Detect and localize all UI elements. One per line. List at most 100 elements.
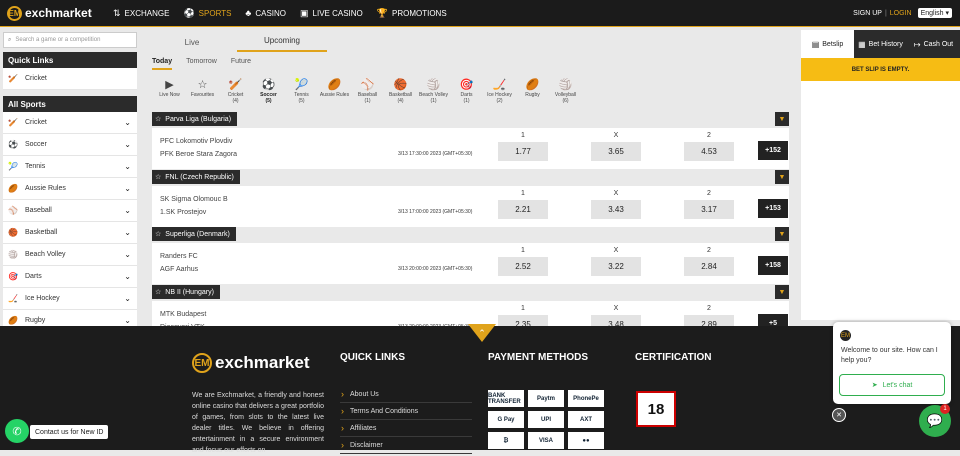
match-time: 3/13 20:00:00 2023 (GMT+05:30) (398, 266, 473, 272)
odds-button[interactable]: 2.89 (684, 315, 734, 326)
sidebar-item-ice-hockey[interactable]: 🏒 Ice Hockey ⌄ (3, 288, 137, 310)
odds-button[interactable]: 2.84 (684, 257, 734, 276)
star-icon[interactable]: ☆ (155, 173, 161, 181)
sport-filter-volleyball[interactable]: 🏐 Volleyball (6) (549, 78, 582, 104)
sport-filter-tennis[interactable]: 🎾 Tennis (5) (285, 78, 318, 104)
sport-filter-baseball[interactable]: ⚾ Baseball (1) (351, 78, 384, 104)
sport-filter-count: (2) (496, 98, 503, 104)
odds-button[interactable]: 2.21 (498, 200, 548, 219)
footer-link-disclaimer[interactable]: Disclaimer (340, 437, 472, 454)
sidebar-item-darts[interactable]: 🎯 Darts ⌄ (3, 266, 137, 288)
match-teams[interactable]: SK Sigma Olomouc B 1.SK Prostejov (160, 193, 228, 219)
chat-close-icon[interactable]: ✕ (832, 408, 846, 422)
match-teams[interactable]: MTK BudapestDiosgyori VTK (160, 308, 206, 326)
star-icon[interactable]: ☆ (155, 288, 161, 296)
tab-betslip[interactable]: ▤ Betslip (801, 30, 854, 58)
sport-filter-aussie-rules[interactable]: 🏉 Aussie Rules (318, 78, 351, 104)
sidebar-item-baseball[interactable]: ⚾ Baseball ⌄ (3, 200, 137, 222)
match-teams[interactable]: Randers FC AGF Aarhus (160, 250, 198, 276)
nav-casino[interactable]: ♣ CASINO (245, 8, 286, 19)
certification-title: CERTIFICATION (635, 352, 712, 363)
search-icon: ⌕ (8, 36, 12, 43)
sport-filter-soccer[interactable]: ⚽ Soccer (5) (252, 78, 285, 104)
quick-link-cricket[interactable]: 🏏 Cricket (3, 68, 137, 90)
sidebar-item-basketball[interactable]: 🏀 Basketball ⌄ (3, 222, 137, 244)
odds-button[interactable]: 4.53 (684, 142, 734, 161)
collapse-toggle-icon[interactable]: ▼ (775, 170, 789, 184)
match-teams[interactable]: PFC Lokomotiv Plovdiv PFK Beroe Stara Zag… (160, 135, 237, 161)
league-name[interactable]: ☆ FNL (Czech Republic) (152, 170, 240, 184)
nav-sports[interactable]: ⚽ SPORTS (183, 8, 231, 19)
payment-logo: VISA (528, 432, 564, 449)
sidebar-item-beach-volley[interactable]: 🏐 Beach Volley ⌄ (3, 244, 137, 266)
tab-tomorrow[interactable]: Tomorrow (186, 58, 217, 70)
star-icon[interactable]: ☆ (155, 230, 161, 238)
sport-filter-favourites[interactable]: ☆ Favourites (186, 78, 219, 104)
sport-filter-darts[interactable]: 🎯 Darts (1) (450, 78, 483, 104)
league-name[interactable]: ☆ Parva Liga (Bulgaria) (152, 112, 238, 126)
tab-future[interactable]: Future (231, 58, 251, 70)
sidebar-item-label: Cricket (25, 119, 47, 126)
odds-button[interactable]: 3.65 (591, 142, 641, 161)
whatsapp-contact-label[interactable]: Contact us for New ID (30, 425, 109, 439)
odds-button[interactable]: 3.22 (591, 257, 641, 276)
sport-filter-beach-volley[interactable]: 🏐 Beach Volley (1) (417, 78, 450, 104)
away-team: PFK Beroe Stara Zagora (160, 151, 238, 158)
footer-link-terms-and-conditions[interactable]: Terms And Conditions (340, 403, 472, 420)
login-link[interactable]: LOGIN (890, 10, 912, 17)
tab-live[interactable]: Live (147, 38, 237, 52)
cricket-icon: 🏏 (228, 79, 243, 91)
nav-exchange[interactable]: ⇅ EXCHANGE (113, 8, 169, 19)
odds-column: X 3.65 (591, 132, 641, 161)
signup-link[interactable]: SIGN UP (853, 10, 882, 17)
star-icon[interactable]: ☆ (155, 115, 161, 123)
tab-today[interactable]: Today (152, 58, 173, 70)
collapse-toggle-icon[interactable]: ▼ (775, 285, 789, 299)
sport-filter-cricket[interactable]: 🏏 Cricket (4) (219, 78, 252, 104)
beach-volley-icon: 🏐 (426, 79, 441, 91)
sport-filter-basketball[interactable]: 🏀 Basketball (4) (384, 78, 417, 104)
match-time: 3/13 17:00:00 2023 (GMT+05:30) (398, 209, 473, 215)
sidebar-item-rugby[interactable]: 🏉 Rugby ⌄ (3, 310, 137, 326)
odds-button[interactable]: 3.43 (591, 200, 641, 219)
footer-link-about-us[interactable]: About Us (340, 386, 472, 403)
odds-header: 2 (707, 305, 711, 312)
sport-filter-rugby[interactable]: 🏉 Rugby (516, 78, 549, 104)
sport-filter-label: Rugby (525, 92, 540, 98)
tab-cash-out[interactable]: ↦ Cash Out (907, 30, 960, 58)
odds-button[interactable]: 3.17 (684, 200, 734, 219)
logo[interactable]: EM exchmarket (7, 5, 107, 21)
footer: ⌃ EM exchmarket We are Exchmarket, a fri… (0, 324, 960, 454)
odds-button[interactable]: 1.77 (498, 142, 548, 161)
sidebar-item-cricket[interactable]: 🏏 Cricket ⌄ (3, 112, 137, 134)
tab-upcoming[interactable]: Upcoming (237, 36, 327, 52)
whatsapp-icon[interactable]: ✆ (5, 419, 29, 443)
league-name[interactable]: ☆ Superliga (Denmark) (152, 227, 236, 241)
odds-button[interactable]: 2.35 (498, 315, 548, 326)
footer-link-affiliates[interactable]: Affiliates (340, 420, 472, 437)
sidebar-item-aussie-rules[interactable]: 🏉 Aussie Rules ⌄ (3, 178, 137, 200)
odds-button[interactable]: 3.48 (591, 315, 641, 326)
more-markets-button[interactable]: +152 (758, 141, 788, 160)
collapse-toggle-icon[interactable]: ▼ (775, 227, 789, 241)
search-input[interactable]: ⌕ Search a game or a competition (3, 32, 137, 48)
collapse-toggle-icon[interactable]: ▼ (775, 112, 789, 126)
language-select[interactable]: English ▾ (917, 8, 952, 18)
scroll-up-icon[interactable]: ⌃ (468, 324, 496, 342)
league-name[interactable]: ☆ NB II (Hungary) (152, 285, 220, 299)
nav-promotions[interactable]: 🏆 PROMOTIONS (377, 8, 447, 19)
odds-button[interactable]: 2.52 (498, 257, 548, 276)
sidebar-item-tennis[interactable]: 🎾 Tennis ⌄ (3, 156, 137, 178)
betslip-panel: ▤ Betslip ▦ Bet History ↦ Cash Out BET SLIP I… (801, 30, 960, 320)
nav-live-casino[interactable]: ▣ LIVE CASINO (300, 8, 363, 19)
more-markets-button[interactable]: +5 (758, 314, 788, 326)
more-markets-button[interactable]: +158 (758, 256, 788, 275)
auth-links: SIGN UP | LOGIN English ▾ (853, 8, 960, 18)
more-markets-button[interactable]: +153 (758, 199, 788, 218)
sport-filter-live-now[interactable]: ▶ Live Now (153, 78, 186, 104)
lets-chat-button[interactable]: ➤ Let's chat (839, 374, 945, 396)
tab-bet-history[interactable]: ▦ Bet History (854, 30, 907, 58)
sport-filter-ice-hockey[interactable]: 🏒 Ice Hockey (2) (483, 78, 516, 104)
cricket-icon: 🏏 (8, 118, 18, 127)
sidebar-item-soccer[interactable]: ⚽ Soccer ⌄ (3, 134, 137, 156)
